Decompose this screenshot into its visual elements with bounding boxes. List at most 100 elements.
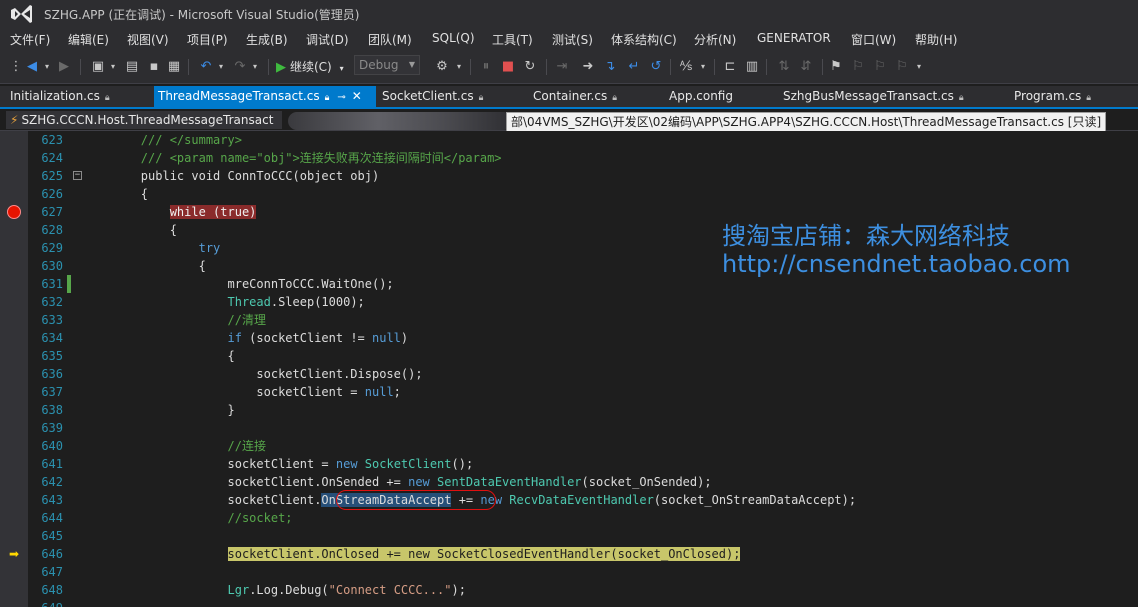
menu-view[interactable]: 视图(V) (127, 31, 169, 48)
format-icon[interactable]: ▥ (742, 57, 762, 77)
step-into-icon[interactable]: ➜ (578, 57, 598, 77)
menu-generator[interactable]: GENERATOR (757, 31, 831, 45)
line-number: 635 (41, 349, 63, 363)
menu-build[interactable]: 生成(B) (246, 31, 288, 48)
comment-icon[interactable]: ⇅ (774, 57, 794, 77)
menu-bar: 文件(F) 编辑(E) 视图(V) 项目(P) 生成(B) 调试(D) 团队(M… (0, 28, 1138, 50)
line-number: 632 (41, 295, 63, 309)
continue-label: 继续(C) (290, 60, 332, 74)
code-line: 635 { (0, 347, 1138, 365)
new-project-dropdown-icon[interactable]: ▾ (108, 57, 118, 77)
navigate-forward-icon[interactable]: ▶ (54, 57, 74, 77)
toolbar-overflow-icon[interactable]: ▾ (914, 57, 924, 77)
align-icon[interactable]: ⊏ (720, 57, 740, 77)
continue-dropdown-icon: ▾ (339, 64, 344, 73)
menu-architecture[interactable]: 体系结构(C) (611, 31, 677, 48)
menu-window[interactable]: 窗口(W) (851, 31, 896, 48)
save-icon[interactable]: ▪ (144, 57, 164, 77)
menu-file[interactable]: 文件(F) (10, 31, 50, 48)
tab-label: App.config (669, 89, 733, 103)
step-out-icon[interactable]: ↵ (624, 57, 644, 77)
continue-button[interactable]: ▶ 继续(C) ▾ (276, 57, 344, 77)
redo-icon[interactable]: ↷ (230, 57, 250, 77)
file-path-tooltip: 部\04VMS_SZHG\开发区\02编码\APP\SZHG.APP4\SZHG… (506, 112, 1107, 132)
code-line: 636 socketClient.Dispose(); (0, 365, 1138, 383)
tab-label: Initialization.cs (10, 89, 100, 103)
code-line: 634 if (socketClient != null) (0, 329, 1138, 347)
step-over-icon[interactable]: ↴ (600, 57, 620, 77)
tab-program[interactable]: Program.cs 🔒︎ (1010, 86, 1091, 107)
code-text: { (83, 223, 177, 237)
pin-icon[interactable]: ⊸ (337, 92, 345, 103)
code-text: //连接 (83, 439, 266, 453)
window-title: SZHG.APP (正在调试) - Microsoft Visual Studi… (44, 8, 360, 22)
restart-icon[interactable]: ↻ (520, 57, 540, 77)
menu-debug[interactable]: 调试(D) (306, 31, 349, 48)
tab-app-config[interactable]: App.config (665, 86, 733, 107)
tab-thread-message-transact[interactable]: ThreadMessageTransact.cs 🔒︎ ⊸ ✕ (154, 86, 376, 107)
code-line-current: ➡ 646 socketClient.OnClosed += new Socke… (0, 545, 1138, 563)
menu-edit[interactable]: 编辑(E) (68, 31, 109, 48)
lock-icon: 🔒︎ (1086, 93, 1092, 103)
breakpoint-icon[interactable] (7, 205, 21, 219)
uncomment-icon[interactable]: ⇵ (796, 57, 816, 77)
hex-dropdown-icon[interactable]: ▾ (698, 57, 708, 77)
stop-debugging-icon[interactable]: ■ (498, 57, 518, 77)
process-icon[interactable]: ⚙ (432, 57, 452, 77)
current-statement-arrow-icon[interactable]: ➡ (9, 546, 19, 562)
menu-test[interactable]: 测试(S) (552, 31, 593, 48)
toolbar-separator (188, 59, 189, 75)
redo-dropdown-icon[interactable]: ▾ (250, 57, 260, 77)
menu-sql[interactable]: SQL(Q) (432, 31, 475, 45)
configuration-select[interactable]: Debug ▼ (354, 55, 420, 75)
menu-project[interactable]: 项目(P) (187, 31, 228, 48)
back-dropdown-icon[interactable]: ▾ (42, 57, 52, 77)
current-statement-highlight: socketClient.OnClosed += new SocketClose… (227, 547, 741, 561)
line-number: 641 (41, 457, 63, 471)
close-icon[interactable]: ✕ (352, 89, 362, 103)
code-line: 637 socketClient = null; (0, 383, 1138, 401)
tab-socket-client[interactable]: SocketClient.cs 🔒︎ (378, 86, 483, 107)
change-marker (67, 275, 71, 293)
tab-container[interactable]: Container.cs 🔒︎ (529, 86, 617, 107)
line-number: 643 (41, 493, 63, 507)
menu-team[interactable]: 团队(M) (368, 31, 412, 48)
show-next-statement-icon[interactable]: ⇥ (552, 57, 572, 77)
tab-initialization[interactable]: Initialization.cs 🔒︎ (6, 86, 110, 107)
line-number: 642 (41, 475, 63, 489)
tab-szhg-bus-message-transact[interactable]: SzhgBusMessageTransact.cs 🔒︎ (779, 86, 964, 107)
navigate-back-icon[interactable]: ◀ (22, 57, 42, 77)
line-number: 648 (41, 583, 63, 597)
hex-display-icon[interactable]: ⅍ (676, 57, 696, 77)
undo-icon[interactable]: ↶ (196, 57, 216, 77)
collapse-icon[interactable]: − (73, 171, 82, 180)
menu-tools[interactable]: 工具(T) (492, 31, 533, 48)
bookmark-icon[interactable]: ⚑ (826, 57, 846, 77)
undo-dropdown-icon[interactable]: ▾ (216, 57, 226, 77)
next-bookmark-icon[interactable]: ⚐ (870, 57, 890, 77)
code-text: Lgr.Log.Debug("Connect CCCC..."); (227, 583, 466, 597)
save-all-icon[interactable]: ▦ (164, 57, 184, 77)
clear-bookmarks-icon[interactable]: ⚐ (892, 57, 912, 77)
prev-bookmark-icon[interactable]: ⚐ (848, 57, 868, 77)
line-number: 633 (41, 313, 63, 327)
toolbar-separator (80, 59, 81, 75)
line-number: 640 (41, 439, 63, 453)
process-dropdown-icon[interactable]: ▾ (454, 57, 464, 77)
break-all-icon[interactable]: ⏸ (476, 57, 496, 77)
menu-help[interactable]: 帮助(H) (915, 31, 957, 48)
new-project-icon[interactable]: ▣ (88, 57, 108, 77)
tab-label: Program.cs (1014, 89, 1082, 103)
code-line: 640 //连接 (0, 437, 1138, 455)
breakpoint-highlight: while (true) (169, 205, 257, 219)
class-dropdown[interactable]: ⚡ SZHG.CCCN.Host.ThreadMessageTransact (6, 111, 282, 129)
visual-studio-logo-icon (11, 5, 32, 23)
step-back-icon[interactable]: ↺ (646, 57, 666, 77)
toolbar: ⋮ ◀ ▾ ▶ ▣ ▾ ▤ ▪ ▦ ↶ ▾ ↷ ▾ ▶ 继续(C) ▾ ⚙ ▾ ⏸… (0, 50, 1138, 84)
tab-label: SzhgBusMessageTransact.cs (783, 89, 954, 103)
menu-analyze[interactable]: 分析(N) (694, 31, 736, 48)
line-number: 629 (41, 241, 63, 255)
code-editor[interactable]: 623 /// </summary> 624 /// <param name="… (0, 131, 1138, 607)
open-file-icon[interactable]: ▤ (122, 57, 142, 77)
line-number: 647 (41, 565, 63, 579)
